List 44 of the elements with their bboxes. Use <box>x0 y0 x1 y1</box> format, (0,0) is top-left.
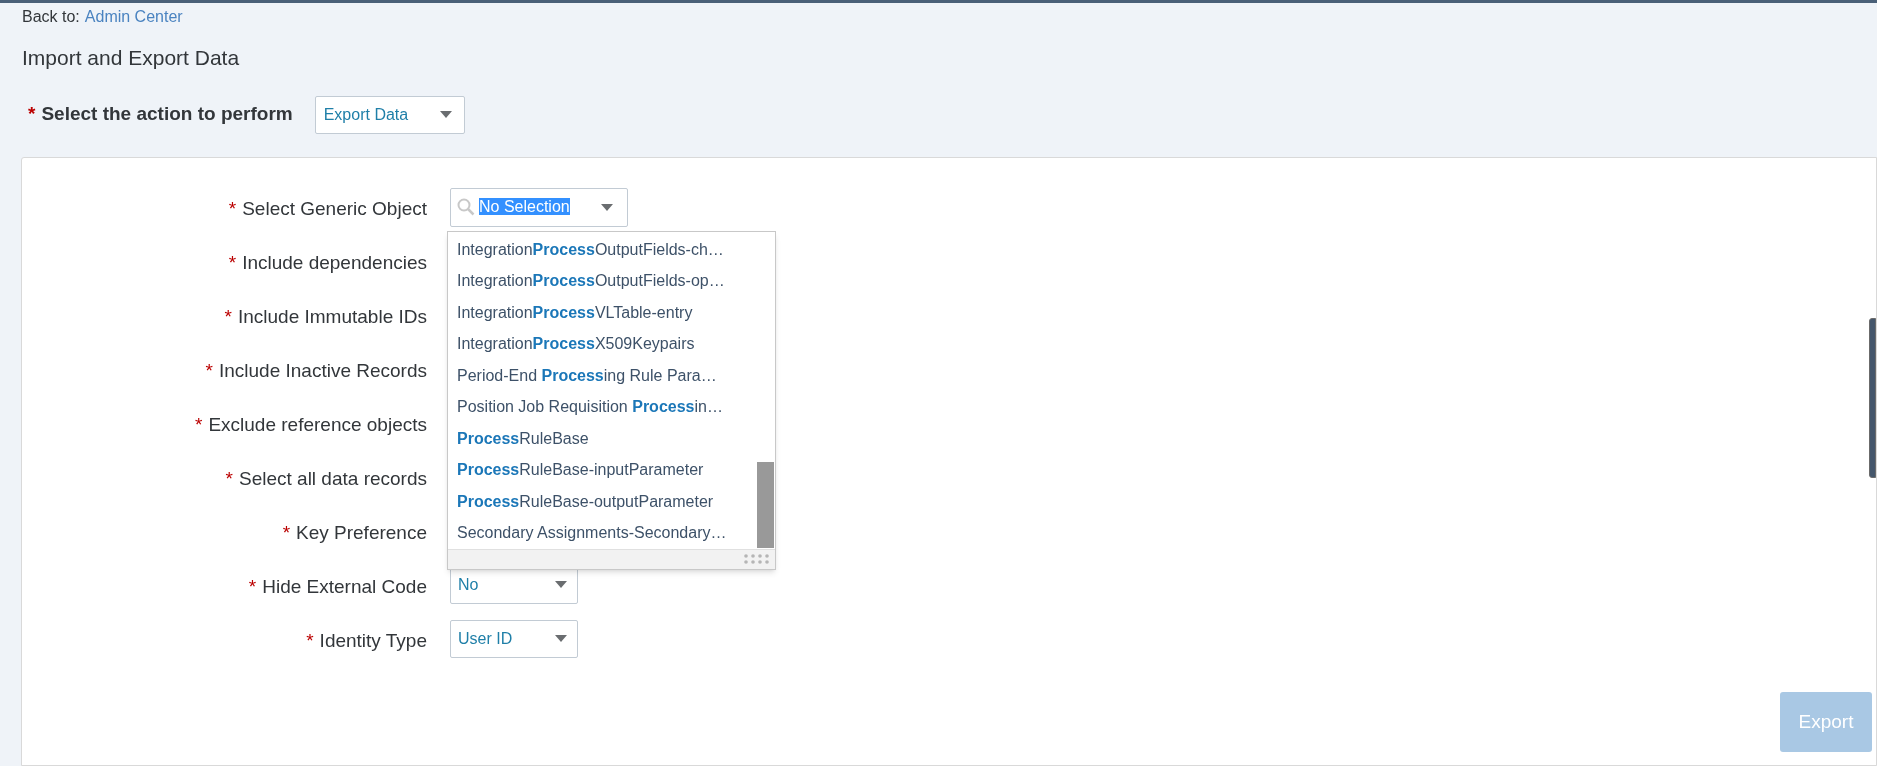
required-asterisk: * <box>225 466 233 491</box>
required-asterisk: * <box>194 412 203 437</box>
field-label: Select all data records <box>239 466 427 491</box>
required-asterisk: * <box>306 628 314 653</box>
action-select[interactable]: Export Data <box>314 95 465 134</box>
required-asterisk: * <box>28 102 36 127</box>
admin-center-link[interactable]: Admin Center <box>84 5 183 27</box>
value-select[interactable]: User ID <box>450 619 578 658</box>
list-option[interactable]: Period-End Processing Rule Para… <box>448 359 755 391</box>
required-asterisk: * <box>205 358 213 383</box>
field-label: Include dependencies <box>242 250 427 275</box>
required-asterisk: * <box>282 520 291 545</box>
field-label: Exclude reference objects <box>208 412 427 437</box>
list-option[interactable]: ProcessRuleBase-inputParameter <box>448 454 755 486</box>
required-asterisk: * <box>228 196 237 221</box>
list-option[interactable]: Secondary Assignments-Secondary… <box>448 517 755 549</box>
list-option[interactable]: ProcessRuleBase <box>448 422 755 454</box>
required-asterisk: * <box>228 250 237 275</box>
field-label: Include Inactive Records <box>218 358 427 383</box>
field-label: Select the action to perform <box>41 102 293 127</box>
search-icon <box>457 198 475 216</box>
caret-icon <box>601 203 613 211</box>
caret-icon <box>555 635 567 642</box>
caret-icon <box>439 111 452 118</box>
breadcrumb-label: Back to: <box>22 7 80 27</box>
page-title: Import and Export Data <box>22 46 240 69</box>
list-option[interactable]: IntegrationProcessOutputFields-ch… <box>448 233 755 265</box>
list-option[interactable]: IntegrationProcessVLTable-entry <box>448 296 755 328</box>
required-asterisk: * <box>248 574 257 599</box>
list-option[interactable]: Position Job Requisition Processin… <box>448 391 755 423</box>
field-label: Key Preference <box>296 520 427 545</box>
list-option[interactable]: IntegrationProcessX509Keypairs <box>448 328 755 360</box>
field-label: Include Immutable IDs <box>237 304 427 329</box>
resize-grip-icon[interactable] <box>743 553 771 565</box>
caret-icon <box>555 581 567 588</box>
list-option[interactable]: ProcessRuleBase-outputParameter <box>448 485 755 517</box>
side-handle[interactable] <box>1869 317 1876 478</box>
field-label: Hide External Code <box>262 574 427 599</box>
field-label: Select Generic Object <box>242 196 427 221</box>
field-label: Identity Type <box>319 628 427 653</box>
combobox-value: No Selection <box>479 197 571 217</box>
required-asterisk: * <box>224 304 232 329</box>
list-option[interactable]: IntegrationProcessOutputFields-op… <box>448 265 755 297</box>
scrollbar-thumb[interactable] <box>757 461 774 548</box>
